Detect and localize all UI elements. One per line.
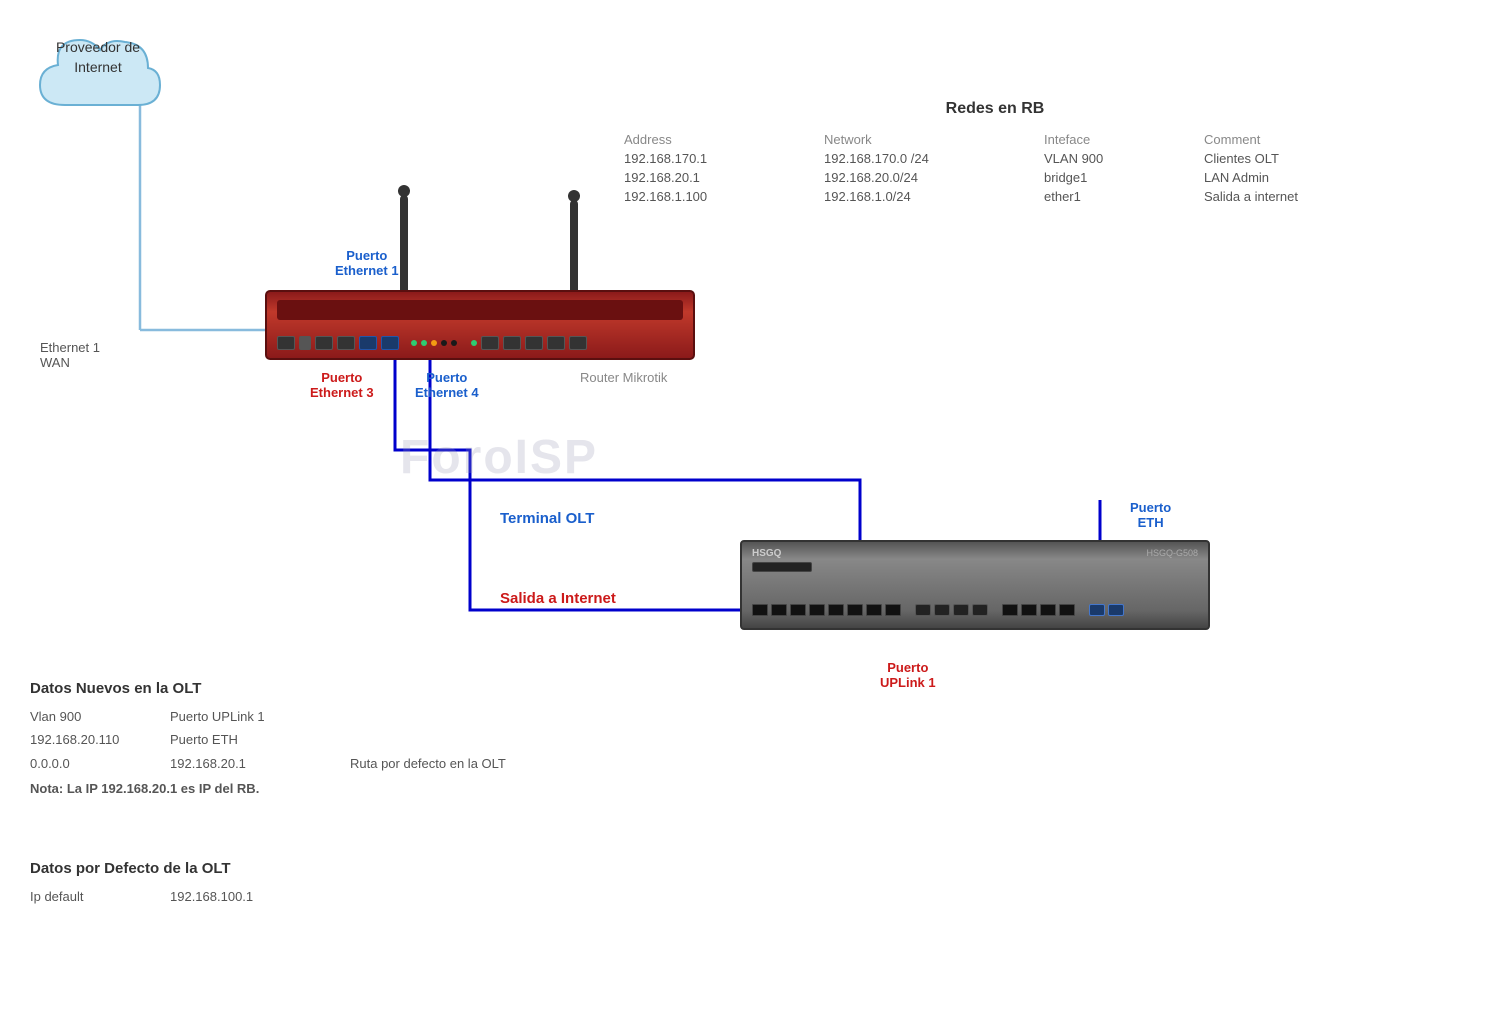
router-port-9: [547, 336, 565, 350]
salida-internet-label: Salida a Internet: [500, 590, 616, 607]
router-port-5: [381, 336, 399, 350]
olt-ports: [752, 604, 1124, 616]
datos-defecto-section: Datos por Defecto de la OLT Ip default 1…: [30, 860, 630, 908]
redes-rb-grid: Address Network Inteface Comment 192.168…: [620, 130, 1370, 206]
datos-nuevos-r1-c1: Vlan 900: [30, 705, 170, 728]
datos-defecto-title: Datos por Defecto de la OLT: [30, 860, 630, 877]
redes-row1-net: 192.168.170.0 /24: [820, 149, 1040, 168]
router-mikrotik-label: Router Mikrotik: [580, 370, 667, 385]
terminal-olt-label: Terminal OLT: [500, 510, 594, 527]
datos-nuevos-r3-c2: 192.168.20.1: [170, 752, 350, 775]
router-mikrotik: [265, 290, 695, 360]
led-6: [471, 340, 477, 346]
redes-col-interface: Inteface: [1040, 130, 1200, 149]
datos-nuevos-r3-c3: Ruta por defecto en la OLT: [350, 752, 630, 775]
router-port-10: [569, 336, 587, 350]
datos-defecto-r1-c1: Ip default: [30, 885, 170, 908]
router-port-1: [277, 336, 295, 350]
olt-uplink-1: [1002, 604, 1018, 616]
redes-col-network: Network: [820, 130, 1040, 149]
redes-row1-addr: 192.168.170.1: [620, 149, 820, 168]
redes-row3-net: 192.168.1.0/24: [820, 187, 1040, 206]
redes-row2-iface: bridge1: [1040, 168, 1200, 187]
router-port-6: [481, 336, 499, 350]
datos-nuevos-section: Datos Nuevos en la OLT Vlan 900 Puerto U…: [30, 680, 630, 801]
redes-rb-title: Redes en RB: [620, 100, 1370, 118]
router-port-2: [315, 336, 333, 350]
router-port-sfp: [299, 336, 311, 350]
redes-row1-comment: Clientes OLT: [1200, 149, 1380, 168]
foroISP-watermark: ForoISP: [400, 430, 598, 485]
redes-rb-section: Redes en RB Address Network Inteface Com…: [620, 100, 1370, 206]
cloud-label: Proveedor de Internet: [38, 38, 158, 77]
olt-eth-port-4: [972, 604, 988, 616]
redes-row3-addr: 192.168.1.100: [620, 187, 820, 206]
olt-sfp-5: [828, 604, 844, 616]
datos-nuevos-nota: Nota: La IP 192.168.20.1 es IP del RB.: [30, 777, 630, 800]
olt-sfp-3: [790, 604, 806, 616]
datos-nuevos-row3: 0.0.0.0 192.168.20.1 Ruta por defecto en…: [30, 752, 630, 775]
olt-uplink-3: [1040, 604, 1056, 616]
redes-row2-comment: LAN Admin: [1200, 168, 1380, 187]
router-port-4: [359, 336, 377, 350]
olt-sfp-1: [752, 604, 768, 616]
olt-eth-port-1: [915, 604, 931, 616]
antenna-right: [570, 200, 578, 290]
redes-col-address: Address: [620, 130, 820, 149]
antenna-left: [400, 195, 408, 290]
datos-nuevos-r3-c1: 0.0.0.0: [30, 752, 170, 775]
olt-brand: HSGQ: [752, 548, 781, 559]
redes-col-comment: Comment: [1200, 130, 1380, 149]
datos-nuevos-row1: Vlan 900 Puerto UPLink 1: [30, 705, 630, 728]
led-3: [431, 340, 437, 346]
datos-nuevos-r2-c1: 192.168.20.110: [30, 728, 170, 751]
olt-uplink-2: [1021, 604, 1037, 616]
ethernet-wan-label: Ethernet 1 WAN: [40, 340, 100, 370]
redes-row3-comment: Salida a internet: [1200, 187, 1380, 206]
router-port-3: [337, 336, 355, 350]
redes-row3-iface: ether1: [1040, 187, 1200, 206]
datos-nuevos-r1-c3: [350, 705, 630, 728]
led-2: [421, 340, 427, 346]
puerto-eth3-label: Puerto Ethernet 3: [310, 370, 374, 400]
olt-eth-port-active-2: [1108, 604, 1124, 616]
led-1: [411, 340, 417, 346]
redes-row1-iface: VLAN 900: [1040, 149, 1200, 168]
olt-sfp-2: [771, 604, 787, 616]
redes-row2-net: 192.168.20.0/24: [820, 168, 1040, 187]
olt-sfp-6: [847, 604, 863, 616]
olt-eth-port-2: [934, 604, 950, 616]
olt-uplink-4: [1059, 604, 1075, 616]
olt-sfp-8: [885, 604, 901, 616]
olt-sfp-4: [809, 604, 825, 616]
router-port-7: [503, 336, 521, 350]
olt-model-label: HSGQ-G508: [1146, 548, 1198, 558]
datos-nuevos-r1-c2: Puerto UPLink 1: [170, 705, 350, 728]
puerto-eth-label: Puerto ETH: [1130, 500, 1171, 530]
datos-nuevos-row2: 192.168.20.110 Puerto ETH: [30, 728, 630, 751]
led-4: [441, 340, 447, 346]
router-port-8: [525, 336, 543, 350]
datos-defecto-r1-c2: 192.168.100.1: [170, 885, 350, 908]
datos-nuevos-r2-c3: [350, 728, 630, 751]
olt-device: HSGQ HSGQ-G508: [740, 540, 1210, 630]
puerto-uplink-label: Puerto UPLink 1: [880, 660, 936, 690]
puerto-eth1-label: Puerto Ethernet 1: [335, 248, 399, 278]
redes-row2-addr: 192.168.20.1: [620, 168, 820, 187]
datos-nuevos-r2-c2: Puerto ETH: [170, 728, 350, 751]
olt-eth-port-active-1: [1089, 604, 1105, 616]
olt-eth-port-3: [953, 604, 969, 616]
led-5: [451, 340, 457, 346]
datos-nuevos-title: Datos Nuevos en la OLT: [30, 680, 630, 697]
datos-defecto-row1: Ip default 192.168.100.1: [30, 885, 630, 908]
puerto-eth4-label: Puerto Ethernet 4: [415, 370, 479, 400]
olt-sfp-7: [866, 604, 882, 616]
